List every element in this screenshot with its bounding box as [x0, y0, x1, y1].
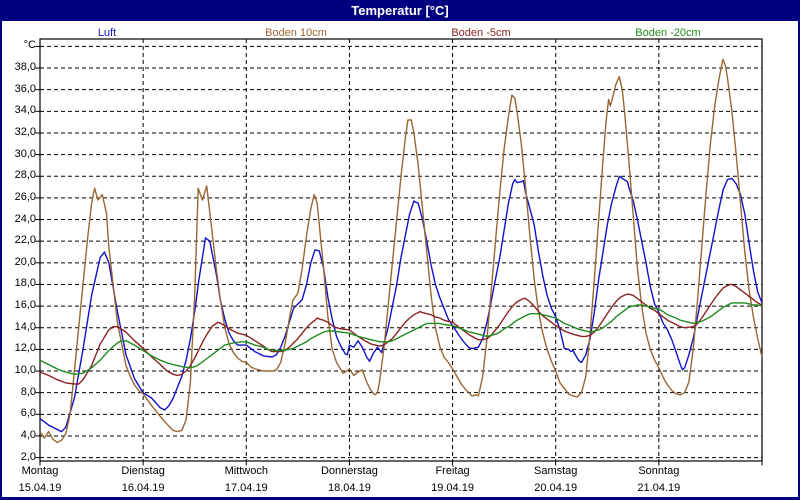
- x-axis-date-label: 19.04.19: [431, 482, 474, 494]
- y-axis-tick-label: 4,0: [20, 428, 36, 441]
- y-axis-tick-label: 14,0: [14, 320, 36, 333]
- x-axis-day-label: Mittwoch: [224, 465, 268, 477]
- x-axis-day-label: Donnerstag: [320, 465, 378, 477]
- plot-border: [39, 38, 763, 462]
- x-axis-date-label: 17.04.19: [224, 482, 268, 494]
- x-axis-date-label: 21.04.19: [637, 482, 681, 494]
- y-axis-tick-label: 28,0: [14, 169, 36, 182]
- series-line-boden-10cm: [39, 58, 763, 444]
- y-axis-tick-label: 20,0: [14, 255, 36, 268]
- x-axis-date-label: 16.04.19: [121, 482, 165, 494]
- y-axis-tick-label: 22,0: [14, 234, 36, 247]
- y-axis-tick-label: 36,0: [14, 82, 36, 95]
- x-axis-date-label: 15.04.19: [18, 482, 62, 494]
- y-axis-tick-label: 10,0: [14, 364, 36, 377]
- series-line-luft: [39, 175, 763, 433]
- x-axis-day-label: Samstag: [533, 465, 578, 477]
- y-axis-tick-label: 24,0: [14, 212, 36, 225]
- series-line-boden-20cm: [39, 302, 763, 375]
- y-axis-tick-label: 18,0: [14, 277, 36, 290]
- x-axis-day-label: Freitag: [435, 465, 470, 477]
- y-axis-tick-label: 12,0: [14, 342, 36, 355]
- x-axis-date-label: 18.04.19: [328, 482, 371, 494]
- y-axis-tick-label: 26,0: [14, 190, 36, 203]
- x-axis-date-label: 20.04.19: [534, 482, 578, 494]
- y-axis-tick-label: 16,0: [14, 299, 36, 312]
- x-axis-day-label: Sonntag: [638, 465, 680, 477]
- y-axis-tick-label: 8,0: [20, 385, 36, 398]
- y-axis-tick-label: 34,0: [14, 104, 36, 117]
- y-axis-tick-label: 6,0: [20, 407, 36, 420]
- y-axis-tick-label: 38,0: [14, 61, 36, 74]
- y-axis-tick-label: 30,0: [14, 147, 36, 160]
- y-axis-tick-label: 32,0: [14, 125, 36, 138]
- x-axis-day-label: Dienstag: [121, 465, 165, 477]
- y-axis-unit-label: °C: [23, 39, 36, 52]
- x-axis-day-label: Montag: [21, 465, 59, 477]
- y-axis-tick-label: 2,0: [20, 450, 36, 463]
- temperature-chart: [35, 38, 763, 466]
